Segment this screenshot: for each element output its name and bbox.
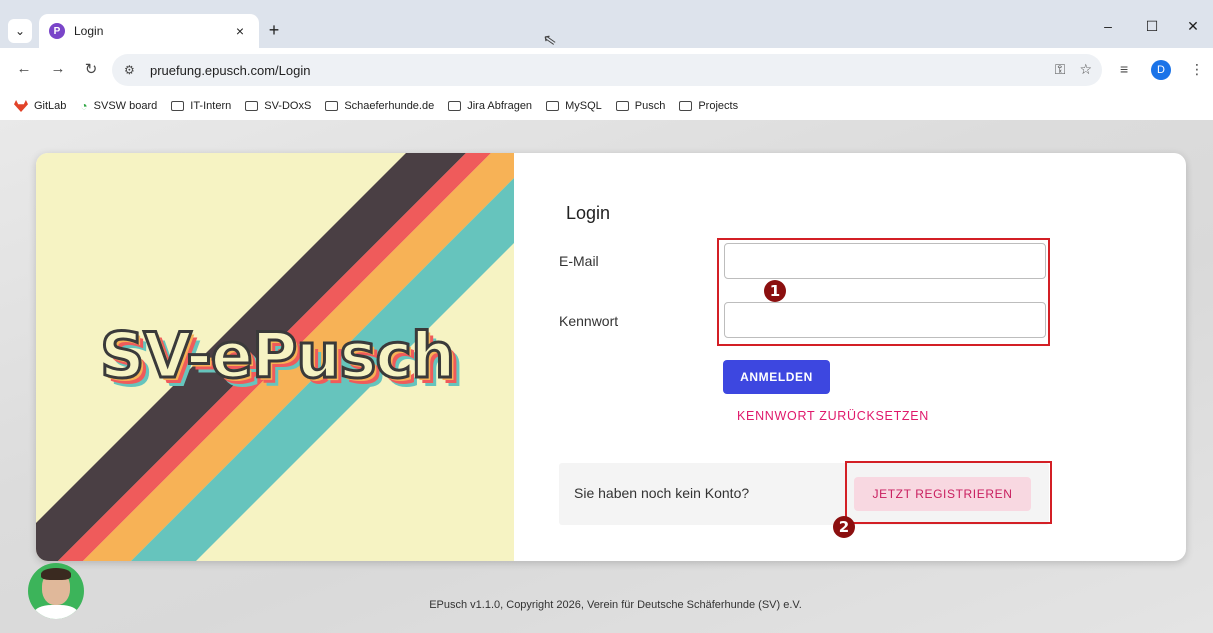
footer-copyright: EPusch v1.1.0, Copyright 2026, Verein fü… [429,599,802,611]
site-favicon-icon: P [49,23,65,39]
maximize-button[interactable]: ☐ [1137,18,1167,35]
bookmarks-bar: GitLab ◔ SVSW board IT-Intern SV-DOxS Sch… [0,92,1213,120]
bookmark-label: Jira Abfragen [467,100,533,112]
svsw-icon: ◔ [80,99,88,113]
reset-password-link[interactable]: KENNWORT ZURÜCKSETZEN [737,409,929,423]
brand-logo-text: SV-ePusch [98,318,456,394]
chevron-down-icon: ⌄ [14,24,26,38]
bookmark-label: SVSW board [93,100,158,112]
browser-tabstrip: ⌄ P Login × + ⇖ – ☐ ✕ [0,0,1213,50]
bookmark-folder-sv-doxs[interactable]: SV-DOxS [245,100,311,112]
bookmark-label: GitLab [34,100,67,112]
avatar-hair [41,568,71,580]
folder-icon [245,101,259,111]
register-button[interactable]: JETZT REGISTRIEREN [854,477,1031,511]
email-field[interactable] [724,243,1046,279]
site-info-icon[interactable]: ⚙ [124,63,142,77]
back-arrow-icon[interactable]: ← [14,60,34,77]
bookmark-folder-schaeferhunde[interactable]: Schaeferhunde.de [325,100,434,112]
bookmark-label: IT-Intern [190,100,232,112]
password-label: Kennwort [559,313,619,329]
bookmark-folder-it-intern[interactable]: IT-Intern [171,100,231,112]
tab-title: Login [74,24,104,38]
gitlab-icon [14,100,28,112]
folder-icon [615,101,629,111]
media-controls-icon[interactable]: ≡ [1120,61,1128,77]
address-bar[interactable]: ⚙ pruefung.epusch.com/Login ⚿ ☆ [112,54,1102,86]
bookmark-svsw-board[interactable]: ◔ SVSW board [80,99,157,113]
profile-avatar[interactable]: D [1151,60,1171,80]
reload-icon[interactable]: ↻ [81,60,101,78]
password-field[interactable] [724,302,1046,338]
browser-toolbar: ← → ↻ ⚙ pruefung.epusch.com/Login ⚿ ☆ ≡ … [0,48,1213,92]
page-title: Login [566,203,611,223]
bookmark-gitlab[interactable]: GitLab [14,100,66,112]
folder-icon [448,101,462,111]
tab-close-icon[interactable]: × [231,23,249,39]
annotation-number-2: 2 [833,516,855,538]
folder-icon [546,101,560,111]
minimize-button[interactable]: – [1093,18,1123,34]
bookmark-folder-pusch[interactable]: Pusch [615,100,666,112]
register-prompt: Sie haben noch kein Konto? [574,485,750,501]
bookmark-star-icon[interactable]: ☆ [1079,61,1092,78]
bookmark-label: Pusch [634,100,666,112]
register-panel: Sie haben noch kein Konto? JETZT REGISTR… [559,463,1049,525]
menu-dots-icon[interactable]: ⋮ [1190,61,1204,78]
window-close-button[interactable]: ✕ [1178,18,1208,35]
brand-banner: SV-ePusch [36,153,514,561]
email-label: E-Mail [559,253,599,269]
folder-icon [679,101,693,111]
folder-icon [171,101,185,111]
bookmark-folder-mysql[interactable]: MySQL [546,100,602,112]
login-card: SV-ePusch Login E-Mail Kennwort ANMELDEN… [36,153,1186,561]
password-key-icon[interactable]: ⚿ [1055,61,1066,78]
tab-search-button[interactable]: ⌄ [8,19,32,43]
url-text[interactable]: pruefung.epusch.com/Login [150,63,310,78]
new-tab-button[interactable]: + [263,20,285,41]
login-button[interactable]: ANMELDEN [723,360,830,394]
forward-arrow-icon[interactable]: → [48,60,68,77]
annotation-number-1: 1 [764,280,786,302]
active-tab[interactable]: P Login × [39,14,259,48]
bookmark-label: Projects [698,100,739,112]
bookmark-label: SV-DOxS [264,100,312,112]
bookmark-label: Schaeferhunde.de [344,100,435,112]
folder-icon [325,101,339,111]
bookmark-folder-projects[interactable]: Projects [679,100,738,112]
page-background: SV-ePusch Login E-Mail Kennwort ANMELDEN… [0,120,1213,633]
bookmark-folder-jira[interactable]: Jira Abfragen [448,100,532,112]
bookmark-label: MySQL [565,100,602,112]
